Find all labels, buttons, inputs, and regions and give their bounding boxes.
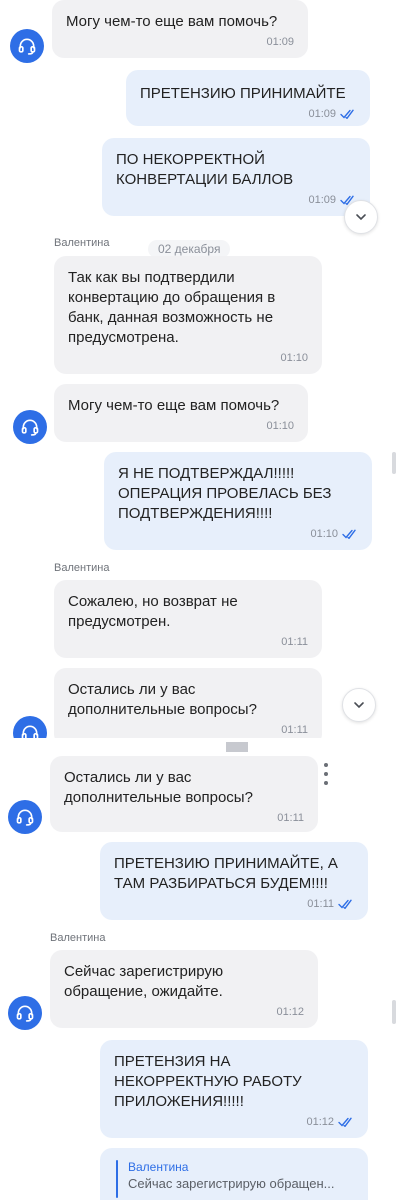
- headset-icon: [16, 1005, 34, 1022]
- message-outgoing: ПРЕТЕНЗИЯ НА НЕКОРРЕКТНУЮ РАБОТУ ПРИЛОЖЕ…: [100, 1040, 368, 1138]
- headset-icon: [16, 809, 34, 826]
- message-clip: Остались ли у вас дополнительные вопросы…: [0, 0, 401, 738]
- message-incoming: Остались ли у вас дополнительные вопросы…: [50, 756, 318, 832]
- more-vertical-icon[interactable]: [322, 763, 330, 785]
- message-outgoing: ПРЕТЕНЗИЮ ПРИНИМАЙТЕ, А ТАМ РАЗБИРАТЬСЯ …: [100, 842, 368, 920]
- divider-mark: [226, 742, 248, 752]
- agent-avatar: [13, 716, 47, 738]
- message-time: 01:12: [306, 1116, 334, 1128]
- message-time: 01:11: [307, 898, 334, 910]
- double-check-icon: [338, 899, 352, 909]
- quote-text: Сейчас зарегистрирую обращен...: [128, 1176, 335, 1191]
- screenshot-divider: [0, 738, 401, 752]
- sender-name: Валентина: [50, 932, 106, 944]
- message-text: ПРЕТЕНЗИЮ ПРИНИМАЙТЕ, А ТАМ РАЗБИРАТЬСЯ …: [114, 855, 338, 892]
- agent-avatar: [8, 996, 42, 1030]
- message-time: 01:12: [276, 1006, 304, 1018]
- message-time: 01:11: [277, 812, 304, 824]
- quote-bar: [116, 1160, 118, 1198]
- reply-quote[interactable]: Валентина Сейчас зарегистрирую обращен..…: [100, 1148, 368, 1200]
- message-time: 01:11: [281, 724, 308, 736]
- message-text: Остались ли у вас дополнительные вопросы…: [64, 769, 253, 806]
- headset-icon: [21, 725, 39, 738]
- scrollbar[interactable]: [392, 1000, 396, 1024]
- chevron-down-icon: [354, 702, 364, 709]
- message-incoming: Остались ли у вас дополнительные вопросы…: [54, 668, 322, 738]
- message-text: ПРЕТЕНЗИЯ НА НЕКОРРЕКТНУЮ РАБОТУ ПРИЛОЖЕ…: [114, 1053, 302, 1110]
- message-text: Остались ли у вас дополнительные вопросы…: [68, 681, 257, 718]
- agent-avatar: [8, 800, 42, 834]
- scroll-down-button[interactable]: [342, 688, 376, 722]
- message-text: Сейчас зарегистрирую обращение, ожидайте…: [64, 963, 224, 1000]
- message-incoming: Сейчас зарегистрирую обращение, ожидайте…: [50, 950, 318, 1028]
- double-check-icon: [338, 1117, 352, 1127]
- quote-sender: Валентина: [128, 1160, 189, 1174]
